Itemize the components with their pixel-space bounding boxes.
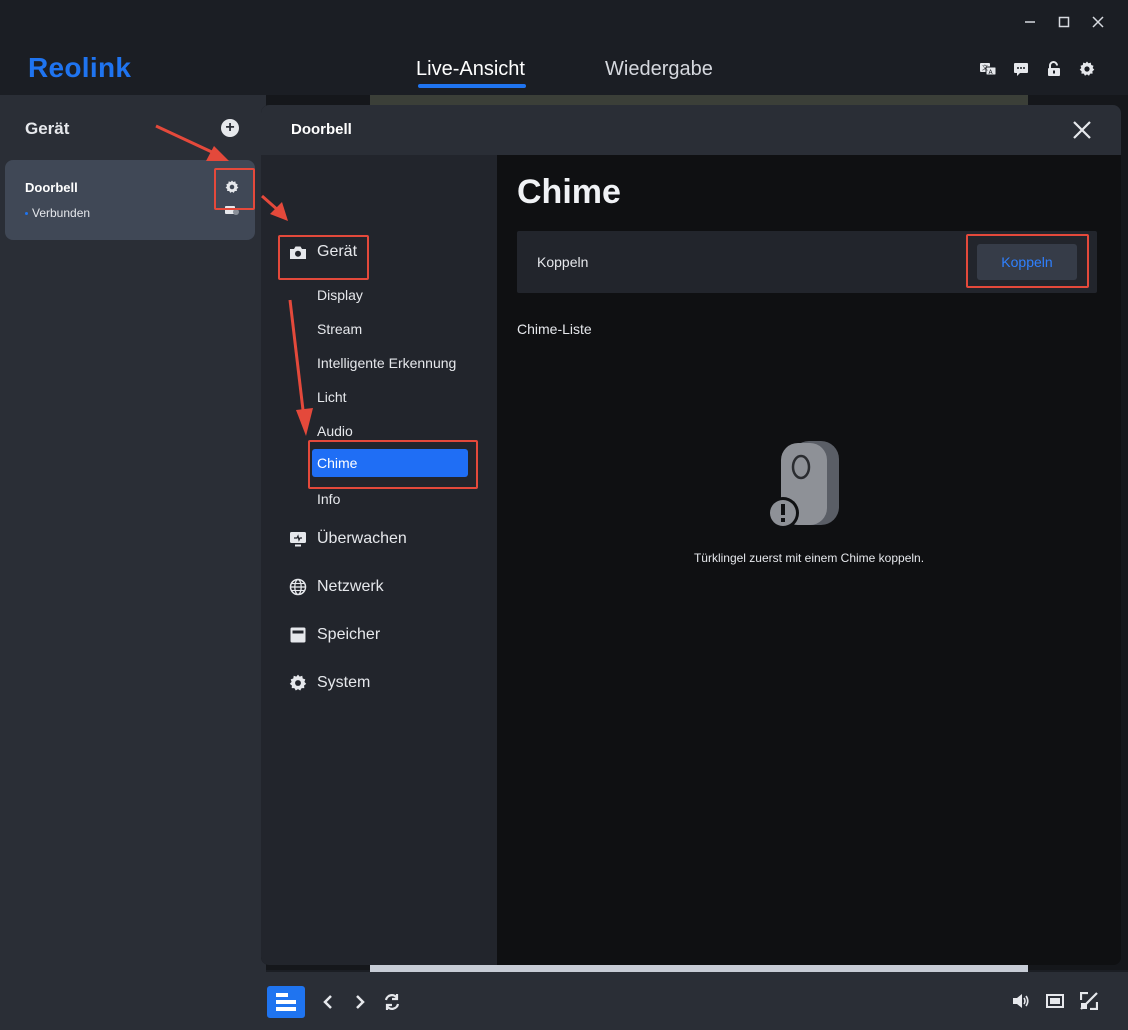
main-tabs: Live-Ansicht Wiedergabe <box>0 58 1128 92</box>
nav-item-info[interactable]: Info <box>317 491 340 507</box>
page-title: Chime <box>517 173 621 211</box>
highlight-chime-item <box>308 440 478 489</box>
fullscreen-icon[interactable] <box>1080 992 1098 1010</box>
nav-group-system-label: System <box>317 674 371 691</box>
nav-group-monitoring[interactable]: Überwachen <box>289 530 407 548</box>
chevron-left-icon[interactable] <box>319 993 337 1011</box>
globe-icon <box>289 578 307 596</box>
nav-item-light[interactable]: Licht <box>317 389 347 405</box>
add-device-button[interactable]: + <box>221 119 239 137</box>
empty-state-message: Türklingel zuerst mit einem Chime koppel… <box>693 551 925 565</box>
pair-label: Koppeln <box>537 254 589 270</box>
minimize-icon[interactable] <box>1022 10 1038 34</box>
gear-icon <box>289 674 307 692</box>
nav-group-network-label: Netzwerk <box>317 578 384 595</box>
device-status: Verbunden <box>25 206 90 220</box>
monitor-icon <box>289 530 307 548</box>
title-bar: Reolink Live-Ansicht Wiedergabe 文A <box>0 0 1128 95</box>
chime-list-title: Chime-Liste <box>517 321 592 337</box>
nav-item-smart-detection[interactable]: Intelligente Erkennung <box>317 355 456 371</box>
dialog-title: Doorbell <box>291 121 352 138</box>
close-window-icon[interactable] <box>1090 10 1106 34</box>
message-icon[interactable] <box>1012 58 1030 80</box>
nav-group-monitoring-label: Überwachen <box>317 530 407 547</box>
tab-playback[interactable]: Wiedergabe <box>605 58 713 81</box>
active-tab-indicator <box>418 84 526 88</box>
svg-text:文: 文 <box>982 64 988 72</box>
refresh-icon[interactable] <box>383 993 401 1011</box>
close-icon[interactable] <box>1071 119 1093 141</box>
unlock-icon[interactable] <box>1045 58 1063 80</box>
device-name: Doorbell <box>25 180 78 195</box>
layout-button[interactable] <box>267 986 305 1018</box>
device-sidebar: Gerät + Doorbell Verbunden <box>0 95 266 1030</box>
language-icon[interactable]: 文A <box>979 58 997 80</box>
device-status-label: Verbunden <box>32 206 91 220</box>
highlight-pair-button <box>966 234 1089 288</box>
aspect-ratio-icon[interactable] <box>1046 992 1064 1010</box>
maximize-icon[interactable] <box>1056 10 1072 34</box>
chime-warning-icon <box>767 441 839 529</box>
highlight-device-group <box>278 235 369 280</box>
nav-item-stream[interactable]: Stream <box>317 321 362 337</box>
nav-group-storage-label: Speicher <box>317 626 381 643</box>
nav-item-audio[interactable]: Audio <box>317 423 353 439</box>
settings-icon[interactable] <box>1078 58 1096 80</box>
bottom-toolbar <box>266 972 1128 1030</box>
nav-group-system[interactable]: System <box>289 674 370 692</box>
dialog-header: Doorbell <box>261 105 1121 155</box>
header-icons: 文A <box>979 58 1096 80</box>
chevron-right-icon[interactable] <box>351 993 369 1011</box>
nav-group-network[interactable]: Netzwerk <box>289 578 384 596</box>
status-dot-icon <box>25 211 28 215</box>
volume-icon[interactable] <box>1012 992 1030 1010</box>
sidebar-title: Gerät <box>25 119 70 138</box>
nav-item-display[interactable]: Display <box>317 287 363 303</box>
storage-icon <box>289 626 307 644</box>
tab-live-view[interactable]: Live-Ansicht <box>416 58 525 81</box>
highlight-device-settings <box>214 168 255 210</box>
nav-group-storage[interactable]: Speicher <box>289 626 380 644</box>
window-controls <box>1022 10 1106 34</box>
